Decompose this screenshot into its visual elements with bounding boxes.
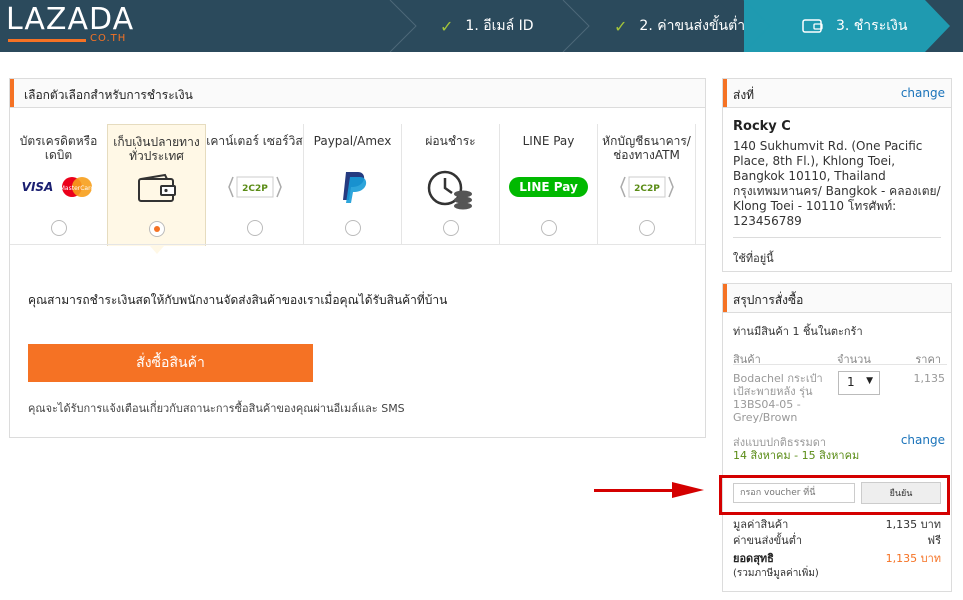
payment-radio-selected[interactable] <box>148 221 165 237</box>
voucher-highlight-box <box>719 475 950 515</box>
shipping-fee-value: ฟรี <box>927 534 941 547</box>
place-order-button[interactable]: สั่งซื้อสินค้า <box>28 344 313 382</box>
payment-radio[interactable] <box>246 220 263 236</box>
methods-divider <box>10 244 705 245</box>
step-payment: 3. ชำระเงิน <box>802 0 907 52</box>
line-pay-badge: LINE Pay <box>509 177 588 197</box>
twoc2p-text: 2C2P <box>634 184 660 194</box>
divider <box>733 364 947 365</box>
payment-radio[interactable] <box>638 220 655 236</box>
check-icon: ✓ <box>440 16 454 36</box>
summary-title: สรุปการสั่งซื้อ <box>733 293 804 307</box>
payment-radio[interactable] <box>442 220 459 236</box>
payment-radio[interactable] <box>540 220 557 236</box>
shipping-title: ส่งที่ <box>733 88 755 102</box>
method-label: ผ่อนชำระ <box>425 134 476 148</box>
quantity-value: 1 <box>847 375 855 389</box>
col-product: สินค้า <box>733 353 761 366</box>
visa-icon: VISA <box>21 180 54 194</box>
vat-note: (รวมภาษีมูลค่าเพิ่ม) <box>733 568 819 579</box>
payment-method-line-pay[interactable]: LINE Pay LINE Pay <box>500 124 598 244</box>
payment-method-counter-service[interactable]: เคาน์เตอร์ เซอร์วิส 2C2P <box>206 124 304 244</box>
visa-mastercard-icon: VISA MasterCard <box>10 170 107 204</box>
use-this-address[interactable]: ใช้ที่อยู่นี้ <box>733 249 774 267</box>
change-shipping-link[interactable]: change <box>901 433 945 447</box>
col-qty: จำนวน <box>837 353 871 366</box>
payment-panel-title: เลือกตัวเลือกสำหรับการชำระเงิน <box>24 88 193 102</box>
payment-method-bank-atm[interactable]: หักบัญชีธนาคาร/ ช่องทางATM 2C2P <box>598 124 696 244</box>
divider <box>733 237 941 238</box>
payment-methods: บัตรเครดิตหรือ เดบิต VISA MasterCard เก็… <box>10 124 705 254</box>
shipping-panel: ส่งที่ change Rocky C 140 Sukhumvit Rd. … <box>722 78 952 272</box>
installment-icon <box>402 170 499 210</box>
twoc2p-text: 2C2P <box>242 184 268 194</box>
payment-panel: เลือกตัวเลือกสำหรับการชำระเงิน บัตรเครดิ… <box>9 78 706 438</box>
method-label: หักบัญชีธนาคาร/ ช่องทางATM <box>602 134 691 162</box>
method-label: เคาน์เตอร์ เซอร์วิส <box>206 134 303 148</box>
wallet-icon <box>802 19 823 33</box>
payment-panel-header: เลือกตัวเลือกสำหรับการชำระเงิน <box>10 79 705 108</box>
annotation-arrow-line <box>594 489 674 492</box>
wallet-icon <box>108 171 205 205</box>
method-label: Paypal/Amex <box>313 134 392 148</box>
line-pay-icon: LINE Pay <box>500 170 597 204</box>
notification-note: คุณจะได้รับการแจ้งเตือนเกี่ยวกับสถานะการ… <box>28 402 405 415</box>
step-label: 1. อีเมล์ ID <box>465 18 534 34</box>
counter-service-icon: 2C2P <box>206 170 303 204</box>
payment-method-card[interactable]: บัตรเครดิตหรือ เดบิต VISA MasterCard <box>10 124 108 244</box>
step-label: 2. ค่าขนส่งขั้นต่ำ <box>639 18 746 34</box>
method-label: บัตรเครดิตหรือ เดบิต <box>19 134 98 162</box>
mastercard-icon: MasterCard <box>60 177 95 197</box>
payment-radio[interactable] <box>344 220 361 236</box>
accent-bar <box>10 79 14 107</box>
accent-bar <box>723 284 727 312</box>
checkout-header: LAZADA CO.TH ✓ 1. อีเมล์ ID ✓ 2. ค่าขนส่… <box>0 0 963 52</box>
payment-method-paypal[interactable]: Paypal/Amex <box>304 124 402 244</box>
step-shipping: ✓ 2. ค่าขนส่งขั้นต่ำ <box>614 0 745 52</box>
payment-method-installment[interactable]: ผ่อนชำระ <box>402 124 500 244</box>
paypal-icon <box>304 170 401 204</box>
step-label: 3. ชำระเงิน <box>836 18 908 34</box>
total-label: ยอดสุทธิ <box>733 552 774 565</box>
check-icon: ✓ <box>614 16 628 36</box>
item-name: Bodachel กระเป๋าเป้สะพายหลัง รุ่น 13BS04… <box>733 372 823 424</box>
selected-pointer <box>149 246 164 254</box>
shipping-address: 140 Sukhumvit Rd. (One Pacific Place, 8t… <box>733 139 941 228</box>
total-value: 1,135 บาท <box>885 552 941 565</box>
accent-bar <box>723 79 727 107</box>
quantity-select[interactable]: 1 ▼ <box>838 371 880 395</box>
shipping-fee-label: ค่าขนส่งขั้นต่ำ <box>733 534 803 547</box>
step-email: ✓ 1. อีเมล์ ID <box>440 0 534 52</box>
payment-radio[interactable] <box>50 220 67 236</box>
change-address-link[interactable]: change <box>901 86 945 100</box>
shipping-panel-header: ส่งที่ change <box>723 79 951 108</box>
col-price: ราคา <box>915 353 941 366</box>
cart-count: ท่านมีสินค้า 1 ชิ้นในตะกร้า <box>733 325 863 338</box>
delivery-dates: 14 สิงหาคม - 15 สิงหาคม <box>733 449 860 462</box>
summary-panel-header: สรุปการสั่งซื้อ <box>723 284 951 313</box>
mastercard-text: MasterCard <box>60 185 95 192</box>
method-label: LINE Pay <box>522 134 575 148</box>
method-label: เก็บเงินปลายทาง ทั่วประเทศ <box>113 135 200 163</box>
order-summary-panel: สรุปการสั่งซื้อ ท่านมีสินค้า 1 ชิ้นในตะก… <box>722 283 952 592</box>
annotation-arrow-head <box>672 482 704 498</box>
recipient-name: Rocky C <box>733 119 791 134</box>
bank-atm-icon: 2C2P <box>598 170 695 204</box>
payment-description: คุณสามารถชำระเงินสดให้กับพนักงานจัดส่งสิ… <box>28 293 448 307</box>
chevron-down-icon: ▼ <box>866 376 873 386</box>
payment-method-cod[interactable]: เก็บเงินปลายทาง ทั่วประเทศ <box>107 124 206 254</box>
item-price: 1,135 <box>913 372 946 385</box>
